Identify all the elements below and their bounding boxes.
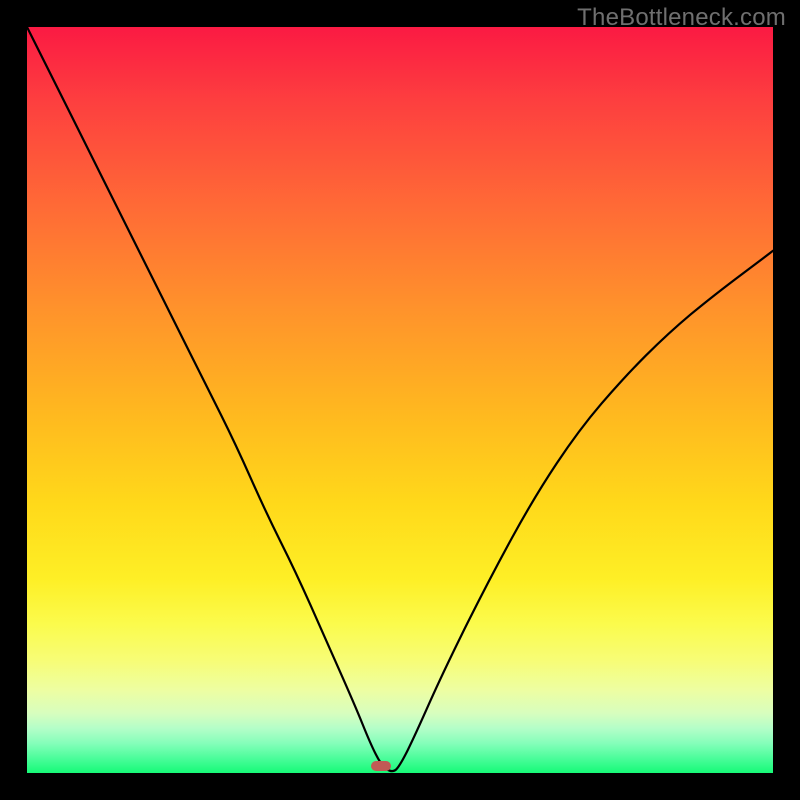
plot-area <box>27 27 773 773</box>
bottleneck-curve <box>27 27 773 771</box>
chart-frame: TheBottleneck.com <box>0 0 800 800</box>
minimum-marker <box>371 761 391 771</box>
curve-svg <box>27 27 773 773</box>
